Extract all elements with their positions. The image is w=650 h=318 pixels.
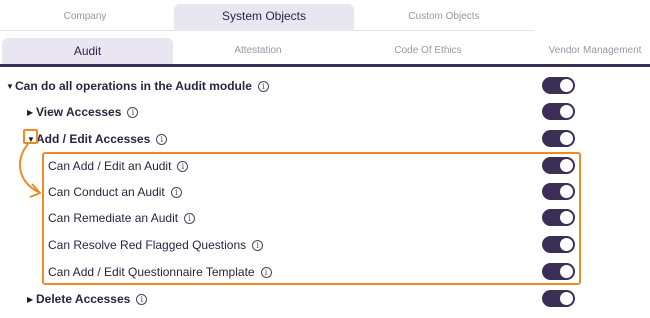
caret-down-icon[interactable]: ▼ xyxy=(6,82,14,91)
permission-label: View Accesses xyxy=(36,105,122,119)
permission-row-delete: ▶ Delete Accesses i xyxy=(0,290,650,312)
tab-company[interactable]: Company xyxy=(0,4,170,31)
permission-label: Can do all operations in the Audit modul… xyxy=(15,79,252,93)
info-icon[interactable]: i xyxy=(136,293,148,305)
module-toggle[interactable] xyxy=(542,77,575,94)
info-icon[interactable]: i xyxy=(257,80,269,92)
tab-code-of-ethics[interactable]: Code Of Ethics xyxy=(343,38,513,64)
permission-row-view: ▶ View Accesses i xyxy=(0,103,650,125)
toggle-knob xyxy=(560,132,573,145)
tab-system-objects[interactable]: System Objects xyxy=(174,4,354,31)
toggle-knob xyxy=(560,105,573,118)
sub-permissions-highlight-box xyxy=(42,152,581,285)
toggle-knob xyxy=(560,79,573,92)
caret-right-icon[interactable]: ▶ xyxy=(27,108,35,117)
permission-row-add-edit: ▼ Add / Edit Accesses i xyxy=(0,130,650,152)
permission-label: Delete Accesses xyxy=(36,292,131,306)
view-accesses-toggle[interactable] xyxy=(542,103,575,120)
info-icon[interactable]: i xyxy=(156,133,168,145)
permission-row-module: ▼ Can do all operations in the Audit mod… xyxy=(0,77,650,99)
add-edit-accesses-toggle[interactable] xyxy=(542,130,575,147)
tab-vendor-management[interactable]: Vendor Management xyxy=(515,38,650,64)
tab-attestation[interactable]: Attestation xyxy=(173,38,343,64)
tab-audit[interactable]: Audit xyxy=(2,38,173,64)
tab-custom-objects[interactable]: Custom Objects xyxy=(354,4,534,31)
tabs-divider xyxy=(0,30,534,31)
module-tabs-underline xyxy=(0,64,650,67)
module-tabs: Audit Attestation Code Of Ethics Vendor … xyxy=(0,36,650,66)
toggle-knob xyxy=(560,292,573,305)
info-icon[interactable]: i xyxy=(127,106,139,118)
caret-right-icon[interactable]: ▶ xyxy=(27,295,35,304)
permission-label: Add / Edit Accesses xyxy=(36,132,151,146)
object-category-tabs: Company System Objects Custom Objects xyxy=(0,0,650,31)
delete-accesses-toggle[interactable] xyxy=(542,290,575,307)
